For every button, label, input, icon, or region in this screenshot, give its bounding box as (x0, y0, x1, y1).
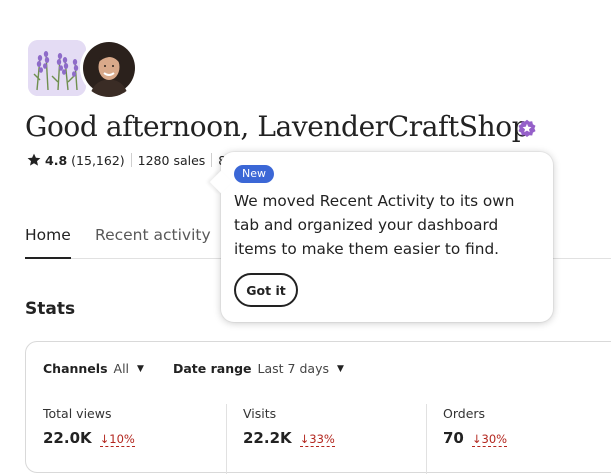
stat-label: Orders (443, 406, 486, 421)
popover-message: We moved Recent Activity to its own tab … (234, 192, 515, 258)
stat-change-value: 30% (481, 432, 508, 446)
star-seller-badge-icon[interactable] (517, 119, 537, 139)
stat-label: Visits (243, 406, 277, 421)
page-greeting: Good afternoon, LavenderCraftShop (25, 110, 530, 143)
channels-filter-value: All (113, 361, 130, 376)
arrow-down-icon: ↓ (471, 432, 482, 446)
rating-value: 4.8 (45, 152, 68, 168)
popover-pointer (209, 170, 233, 194)
stat-divider (226, 404, 227, 474)
tab-recent-activity[interactable]: Recent activity (95, 226, 211, 244)
stat-change-value: 33% (309, 432, 335, 446)
shop-meta-row: 4.8 (15,162) 1280 sales 888 (27, 151, 242, 169)
channels-filter-label: Channels (43, 361, 108, 376)
arrow-down-icon: ↓ (299, 432, 310, 446)
caret-down-icon: ▼ (337, 363, 344, 374)
stat-total-views[interactable]: Total views 22.0K ↓10% (43, 406, 135, 447)
caret-down-icon: ▼ (137, 363, 144, 374)
got-it-button[interactable]: Got it (234, 273, 298, 307)
stat-value: 22.0K (43, 429, 92, 447)
stat-value: 22.2K (243, 429, 292, 447)
stat-divider (426, 404, 427, 474)
date-range-filter[interactable]: Date range Last 7 days ▼ (173, 361, 344, 376)
feature-announcement-popover: New We moved Recent Activity to its own … (209, 152, 553, 322)
shop-logo[interactable] (28, 40, 86, 96)
lavender-logo-icon (28, 40, 86, 96)
stat-orders[interactable]: Orders 70 ↓30% (443, 406, 508, 447)
stat-change-value: 10% (109, 432, 135, 446)
stat-change[interactable]: ↓10% (99, 432, 135, 447)
meta-divider (211, 153, 213, 167)
meta-divider (130, 153, 132, 167)
stat-label: Total views (43, 406, 112, 421)
stats-heading: Stats (25, 299, 76, 319)
new-badge: New (234, 165, 274, 183)
channels-filter[interactable]: Channels All ▼ (43, 361, 144, 376)
sales-count: 1280 sales (137, 152, 206, 168)
rating-count[interactable]: (15,162) (71, 153, 125, 168)
stat-change[interactable]: ↓33% (299, 432, 335, 447)
arrow-down-icon: ↓ (99, 432, 110, 446)
stat-value: 70 (443, 429, 464, 447)
avatar-photo-icon (80, 39, 138, 97)
star-icon (27, 153, 41, 166)
stat-visits[interactable]: Visits 22.2K ↓33% (243, 406, 335, 447)
active-tab-indicator (25, 257, 71, 259)
stat-change[interactable]: ↓30% (471, 432, 508, 447)
tab-home[interactable]: Home (25, 226, 71, 244)
date-range-filter-label: Date range (173, 361, 252, 376)
date-range-filter-value: Last 7 days (257, 361, 329, 376)
owner-avatar[interactable] (80, 39, 138, 97)
stats-card: Channels All ▼ Date range Last 7 days ▼ … (25, 341, 611, 474)
